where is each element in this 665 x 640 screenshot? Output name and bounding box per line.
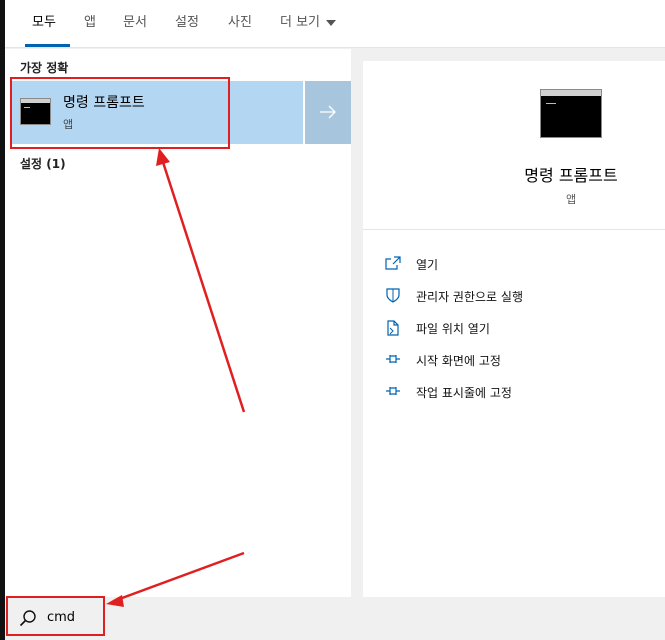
- tab-apps[interactable]: 앱: [84, 13, 96, 33]
- tab-more-label: 더 보기: [280, 15, 321, 30]
- tab-photos[interactable]: 사진: [228, 13, 252, 33]
- action-pin-to-taskbar[interactable]: 작업 표시줄에 고정: [385, 382, 645, 402]
- details-app-name: 명령 프롬프트: [524, 166, 618, 185]
- chevron-down-icon: [326, 19, 337, 26]
- action-run-as-admin[interactable]: 관리자 권한으로 실행: [385, 286, 645, 306]
- action-open-file-location[interactable]: 파일 위치 열기: [385, 318, 645, 338]
- tab-all[interactable]: 모두: [32, 13, 56, 33]
- arrow-right-icon: [320, 105, 336, 119]
- command-prompt-icon: [540, 89, 602, 138]
- settings-heading[interactable]: 설정 (1): [20, 155, 66, 172]
- open-details-button[interactable]: [303, 81, 351, 144]
- tab-more[interactable]: 더 보기: [280, 13, 337, 33]
- details-pane: 명령 프롬프트 앱 열기 관리자 권한으로 실행 파일 위치 열기 시작 화면에…: [363, 61, 665, 597]
- shield-icon: [386, 288, 400, 303]
- action-pin-to-taskbar-label: 작업 표시줄에 고정: [416, 386, 512, 400]
- pin-icon: [386, 387, 400, 395]
- active-tab-indicator: [25, 44, 70, 47]
- tab-documents[interactable]: 문서: [123, 13, 147, 33]
- search-filter-tabs: 모두 앱 문서 설정 사진 더 보기: [5, 0, 665, 48]
- action-pin-to-start[interactable]: 시작 화면에 고정: [385, 350, 645, 370]
- annotation-highlight-result: [10, 77, 230, 149]
- action-pin-to-start-label: 시작 화면에 고정: [416, 354, 501, 368]
- tab-settings[interactable]: 설정: [175, 13, 199, 33]
- details-app-type: 앱: [565, 193, 577, 206]
- action-open-file-location-label: 파일 위치 열기: [416, 322, 490, 336]
- pin-icon: [386, 355, 400, 363]
- file-location-icon: [387, 320, 399, 336]
- best-match-heading: 가장 정확: [20, 61, 69, 75]
- action-open-label: 열기: [416, 258, 439, 272]
- action-run-as-admin-label: 관리자 권한으로 실행: [416, 290, 523, 304]
- action-open[interactable]: 열기: [385, 254, 645, 274]
- divider: [363, 229, 665, 230]
- open-icon: [385, 256, 401, 270]
- annotation-highlight-search: [6, 596, 105, 636]
